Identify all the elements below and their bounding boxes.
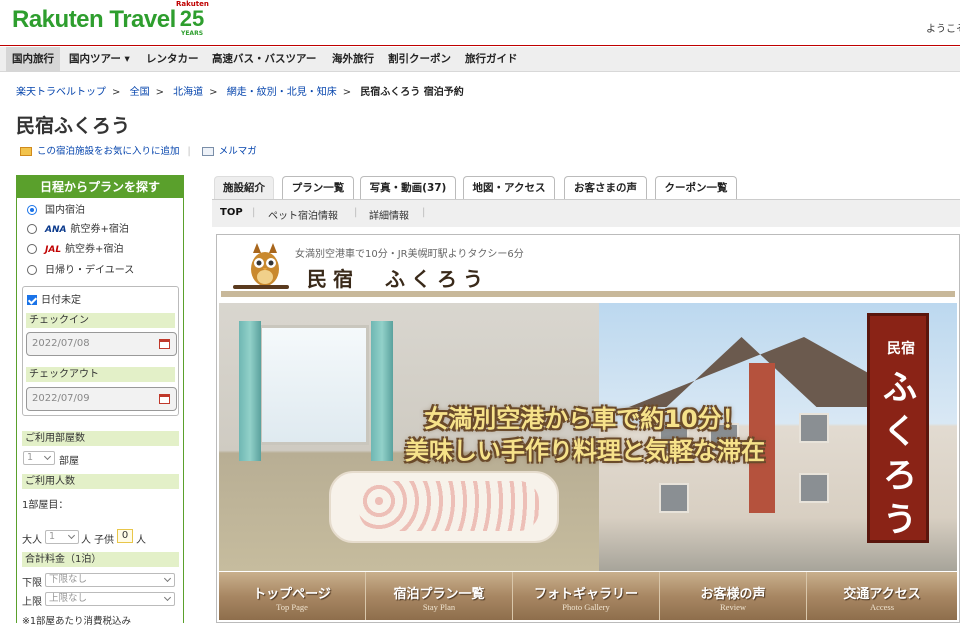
tab-map[interactable]: 地図・アクセス — [463, 176, 555, 199]
child-input[interactable]: 0 — [117, 529, 133, 543]
gnav-bus[interactable]: 高速バス・バスツアー — [206, 47, 322, 72]
subnav-top[interactable]: TOP — [220, 207, 243, 218]
rooms-unit: 部屋 — [59, 456, 79, 467]
inn-nav-plans[interactable]: 宿泊プラン一覧 Stay Plan — [366, 572, 513, 620]
tab-plans[interactable]: プラン一覧 — [282, 176, 354, 199]
breadcrumb-national[interactable]: 全国 — [130, 87, 150, 98]
inn-nav-access[interactable]: 交通アクセス Access — [807, 572, 957, 620]
futon-pattern — [359, 481, 539, 531]
search-panel: 日程からプランを探す 国内宿泊 ANA 航空券+宿泊 JAL 航空券+宿泊 日帰り・… — [16, 175, 184, 627]
inn-nav-gallery[interactable]: フォトギャラリー Photo Gallery — [513, 572, 660, 620]
inn-signboard: 民宿 ふくろう — [867, 313, 929, 543]
page-title: 民宿ふくろう — [16, 115, 131, 137]
inn-nav-reviews[interactable]: お客様の声 Review — [660, 572, 807, 620]
breadcrumb-current: 民宿ふくろう 宿泊予約 — [360, 87, 464, 98]
child-label: 子供 — [94, 535, 114, 546]
badge-number: 25 — [179, 6, 205, 31]
option-domestic[interactable]: 国内宿泊 — [27, 204, 85, 218]
radio-icon[interactable] — [27, 265, 37, 275]
radio-selected-icon[interactable] — [27, 205, 37, 215]
breadcrumb: 楽天トラベルトップ > 全国 > 北海道 > 網走・紋別・北見・知床 > 民宿ふくろう … — [16, 87, 464, 98]
house-window — [659, 483, 689, 513]
facility-subnav: TOP | ペット宿泊情報 | 詳細情報 | — [212, 199, 960, 227]
inn-nav: トップページ Top Page 宿泊プラン一覧 Stay Plan フォトギャラリー… — [219, 572, 957, 620]
room1-label: 1部屋目： — [22, 500, 69, 511]
option-dayuse[interactable]: 日帰り・デイユース — [27, 264, 134, 278]
option-ana[interactable]: ANA 航空券+宿泊 — [27, 223, 129, 237]
inn-name: 民宿 ふくろう — [307, 267, 489, 291]
tab-photos[interactable]: 写真・動画(37) — [360, 176, 456, 199]
max-price-select[interactable]: 上限なし — [45, 592, 175, 606]
gnav-domestic-tour[interactable]: 国内ツアー ▾ — [63, 47, 136, 72]
favorite-row: この宿泊施設をお気に入りに追加 | メルマガ — [20, 143, 257, 157]
folder-star-icon — [20, 147, 32, 156]
gnav-rental-car[interactable]: レンタカー — [140, 47, 205, 72]
chevron-down-icon — [67, 531, 76, 540]
ana-logo: ANA — [45, 225, 67, 235]
owl-logo-icon — [233, 243, 289, 289]
checkin-input[interactable]: 2022/07/08 — [26, 332, 177, 356]
newsletter-link[interactable]: メルマガ — [219, 146, 257, 157]
checkin-label: チェックイン — [26, 313, 175, 328]
house-window — [799, 413, 829, 443]
guests-label: ご利用人数 — [22, 474, 179, 489]
child-unit: 人 — [136, 535, 146, 546]
subnav-pet[interactable]: ペット宿泊情報 — [268, 207, 338, 222]
anniversary-badge: Rakuten 25 YEARS — [176, 0, 209, 38]
curtain-left — [239, 321, 261, 461]
chevron-down-icon — [43, 452, 52, 461]
adult-unit: 人 — [81, 535, 91, 546]
price-label: 合計料金（1泊） — [22, 552, 179, 567]
global-nav: 国内旅行 国内ツアー ▾ レンタカー 高速バス・バスツアー 海外旅行 割引クーポ… — [0, 47, 960, 72]
add-favorite-link[interactable]: この宿泊施設をお気に入りに追加 — [37, 146, 180, 157]
date-box: 日付未定 チェックイン 2022/07/08 チェックアウト 2022/07/0… — [22, 286, 179, 416]
gnav-coupon[interactable]: 割引クーポン — [382, 47, 457, 72]
gnav-domestic[interactable]: 国内旅行 — [6, 47, 60, 72]
breadcrumb-area[interactable]: 網走・紋別・北見・知床 — [227, 87, 337, 98]
inn-nav-top[interactable]: トップページ Top Page — [219, 572, 366, 620]
search-panel-title: 日程からプランを探す — [17, 176, 183, 198]
adult-label: 大人 — [22, 535, 42, 546]
breadcrumb-top[interactable]: 楽天トラベルトップ — [16, 87, 106, 98]
gnav-guide[interactable]: 旅行ガイド — [459, 47, 524, 72]
max-price-label: 上限 — [22, 597, 42, 608]
inn-hero: 女満別空港車で10分・JR美幌町駅よりタクシー6分 民宿 ふくろう 民宿 ふくろ… — [216, 234, 960, 623]
facility-tabs: 施設紹介 プラン一覧 写真・動画(37) 地図・アクセス お客さまの声 クーポン… — [212, 175, 960, 199]
tab-facility[interactable]: 施設紹介 — [214, 176, 274, 199]
tab-coupons[interactable]: クーポン一覧 — [655, 176, 737, 199]
rooms-select[interactable]: 1 — [23, 451, 55, 465]
calendar-icon[interactable] — [159, 394, 170, 404]
breadcrumb-hokkaido[interactable]: 北海道 — [173, 87, 203, 98]
room-window — [259, 325, 369, 445]
hero-photo: 民宿 ふくろう 女満別空港から車で約10分！ 美味しい手作り料理と気軽な滞在 — [219, 303, 957, 571]
undecided-checkbox[interactable]: 日付未定 — [27, 291, 81, 306]
gnav-overseas[interactable]: 海外旅行 — [326, 47, 380, 72]
badge-years: YEARS — [180, 30, 204, 37]
house-window — [799, 473, 829, 503]
checkout-input[interactable]: 2022/07/09 — [26, 387, 177, 411]
site-header: Rakuten Travel Rakuten 25 YEARS ようこそ — [0, 0, 960, 46]
radio-icon[interactable] — [27, 224, 37, 234]
chevron-down-icon — [163, 574, 172, 583]
inn-banner-header: 女満別空港車で10分・JR美幌町駅よりタクシー6分 民宿 ふくろう — [221, 237, 955, 297]
min-price-select[interactable]: 下限なし — [45, 573, 175, 587]
calendar-icon[interactable] — [159, 339, 170, 349]
inn-tagline: 女満別空港車で10分・JR美幌町駅よりタクシー6分 — [295, 249, 524, 260]
option-jal[interactable]: JAL 航空券+宿泊 — [27, 243, 123, 257]
checkbox-checked-icon[interactable] — [27, 295, 37, 305]
mail-icon — [201, 147, 214, 156]
welcome-text: ようこそ — [926, 24, 960, 35]
tax-note: ※1部屋あたり消費税込み — [22, 616, 132, 627]
chevron-down-icon — [163, 593, 172, 602]
jal-logo: JAL — [45, 245, 62, 255]
rooms-label: ご利用部屋数 — [22, 431, 179, 446]
min-price-label: 下限 — [22, 578, 42, 589]
rakuten-travel-logo[interactable]: Rakuten Travel — [12, 6, 176, 34]
adult-select[interactable]: 1 — [45, 530, 79, 544]
checkout-label: チェックアウト — [26, 367, 175, 382]
subnav-details[interactable]: 詳細情報 — [369, 207, 409, 222]
hero-overlay-text: 女満別空港から車で約10分！ 美味しい手作り料理と気軽な滞在 — [405, 405, 765, 465]
tab-reviews[interactable]: お客さまの声 — [564, 176, 647, 199]
radio-icon[interactable] — [27, 244, 37, 254]
